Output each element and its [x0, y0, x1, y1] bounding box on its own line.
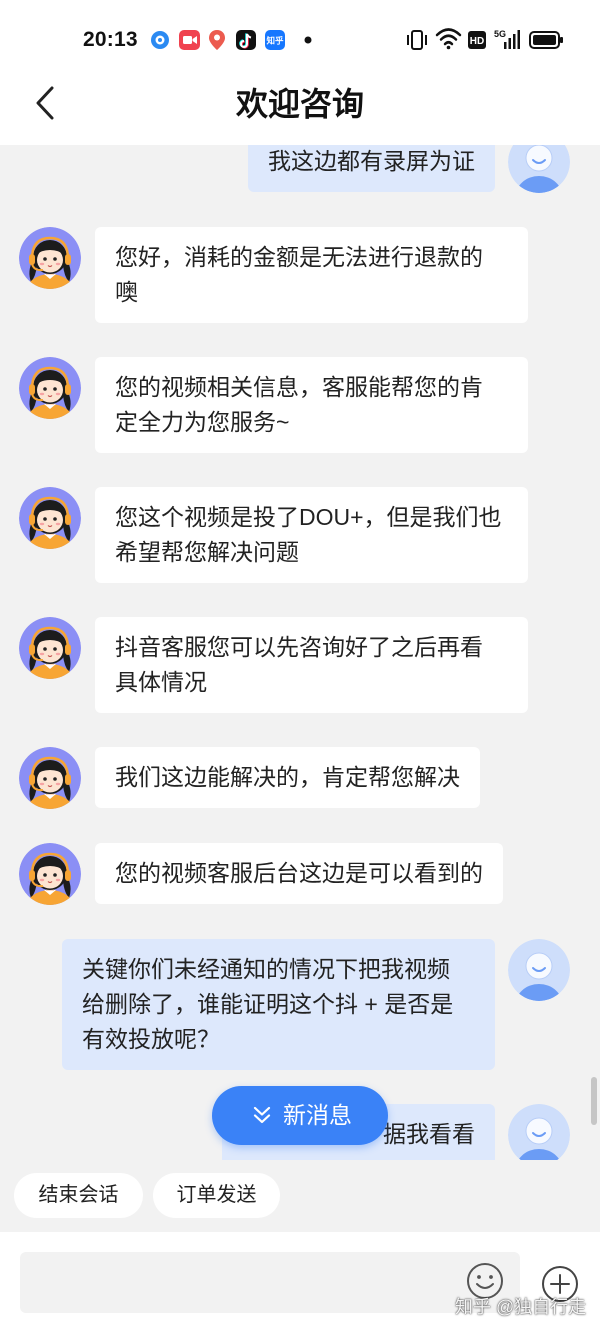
message-bubble[interactable]: 抖音客服您可以先咨询好了之后再看 具体情况	[95, 617, 528, 713]
tiktok-icon	[236, 30, 256, 50]
vibrate-icon	[407, 30, 427, 50]
zhihu-icon-label: 知乎	[266, 36, 284, 46]
message-bubble[interactable]: 您这个视频是投了DOU+，但是我们也 希望帮您解决问题	[95, 487, 528, 583]
agent-avatar-icon	[19, 843, 81, 905]
message-row: 您的视频客服后台这边是可以看到的	[0, 843, 600, 905]
message-row: 抖音客服您可以先咨询好了之后再看 具体情况	[0, 617, 600, 713]
page-title: 欢迎咨询	[235, 86, 364, 122]
message-line: 我这边都有录屏为证	[268, 148, 475, 174]
message-bubble[interactable]: 关键你们未经通知的情况下把我视频 给删除了，谁能证明这个抖 + 是否是 有效投放…	[62, 939, 495, 1070]
battery-icon	[529, 31, 563, 49]
video-recorder-icon	[179, 30, 200, 50]
quick-reply-end-session[interactable]: 结束会话	[14, 1173, 143, 1218]
message-line: 抖音客服您可以先咨询好了之后再看	[115, 634, 483, 660]
message-row: 我这边都有录屏为证	[0, 145, 600, 193]
message-line: 关键你们未经通知的情况下把我视频	[82, 956, 450, 982]
message-row: 您这个视频是投了DOU+，但是我们也 希望帮您解决问题	[0, 487, 600, 583]
more-dot-icon	[304, 36, 312, 44]
agent-avatar-icon	[19, 357, 81, 419]
agent-avatar-icon	[19, 617, 81, 679]
message-line: 有效投放呢？	[82, 1026, 220, 1052]
chat-message-list[interactable]: 我这边都有录屏为证 您好，消耗的金额是无法进行退款的 噢 您的视频相关信息，客服…	[0, 145, 600, 1160]
network-type-label: 5G	[494, 29, 506, 39]
message-row: 您的视频相关信息，客服能帮您的肯 定全力为您服务~	[0, 357, 600, 453]
new-messages-button[interactable]: 新消息	[212, 1086, 388, 1145]
chat-scrollbar-thumb[interactable]	[591, 1077, 597, 1125]
message-line: 我们这边能解决的，肯定帮您解决	[115, 764, 460, 790]
user-avatar-icon	[508, 939, 570, 1001]
double-chevron-down-icon	[253, 1106, 271, 1124]
message-bubble[interactable]: 我这边都有录屏为证	[248, 145, 495, 192]
message-row: 您好，消耗的金额是无法进行退款的 噢	[0, 227, 600, 323]
message-list-content: 我这边都有录屏为证 您好，消耗的金额是无法进行退款的 噢 您的视频相关信息，客服…	[0, 145, 600, 1160]
message-line: 具体情况	[115, 669, 207, 695]
hd-label: HD	[470, 36, 484, 47]
new-messages-label: 新消息	[283, 1102, 352, 1128]
agent-avatar-icon	[19, 487, 81, 549]
message-line: 噢	[115, 279, 138, 305]
wifi-icon	[435, 28, 462, 50]
agent-avatar-icon	[19, 747, 81, 809]
message-row: 关键你们未经通知的情况下把我视频 给删除了，谁能证明这个抖 + 是否是 有效投放…	[0, 939, 600, 1070]
watermark: 知乎 @独自行走	[455, 1297, 587, 1317]
status-bar: 20:13 知乎 HD 5G	[0, 0, 600, 70]
message-bubble[interactable]: 您好，消耗的金额是无法进行退款的 噢	[95, 227, 528, 323]
message-bubble[interactable]: 您的视频相关信息，客服能帮您的肯 定全力为您服务~	[95, 357, 528, 453]
status-icons: 知乎 HD 5G	[151, 28, 563, 50]
page-header: 欢迎咨询	[0, 70, 600, 145]
message-input[interactable]	[20, 1252, 520, 1313]
agent-avatar-icon	[19, 227, 81, 289]
message-row: 我们这边能解决的，肯定帮您解决	[0, 747, 600, 809]
message-bubble[interactable]: 您的视频客服后台这边是可以看到的	[95, 843, 503, 904]
message-line: 您好，消耗的金额是无法进行退款的	[115, 244, 483, 270]
user-avatar-icon	[508, 1104, 570, 1160]
message-line: 您的视频客服后台这边是可以看到的	[115, 860, 483, 886]
message-line: 您的视频相关信息，客服能帮您的肯	[115, 374, 483, 400]
message-bubble[interactable]: 我们这边能解决的，肯定帮您解决	[95, 747, 480, 808]
map-pin-icon	[209, 30, 225, 50]
message-line: 希望帮您解决问题	[115, 539, 299, 565]
quick-reply-send-order[interactable]: 订单发送	[153, 1173, 280, 1218]
message-line: 您这个视频是投了DOU+，但是我们也	[115, 504, 502, 530]
zhihu-icon: 知乎	[265, 30, 285, 50]
message-line: 定全力为您服务~	[115, 409, 290, 435]
user-avatar-icon	[508, 145, 570, 193]
hd-icon: HD	[468, 31, 486, 49]
app-circle-icon	[151, 31, 169, 49]
signal-icon: 5G	[494, 29, 520, 49]
message-line: 给删除了，谁能证明这个抖 + 是否是	[82, 991, 454, 1017]
